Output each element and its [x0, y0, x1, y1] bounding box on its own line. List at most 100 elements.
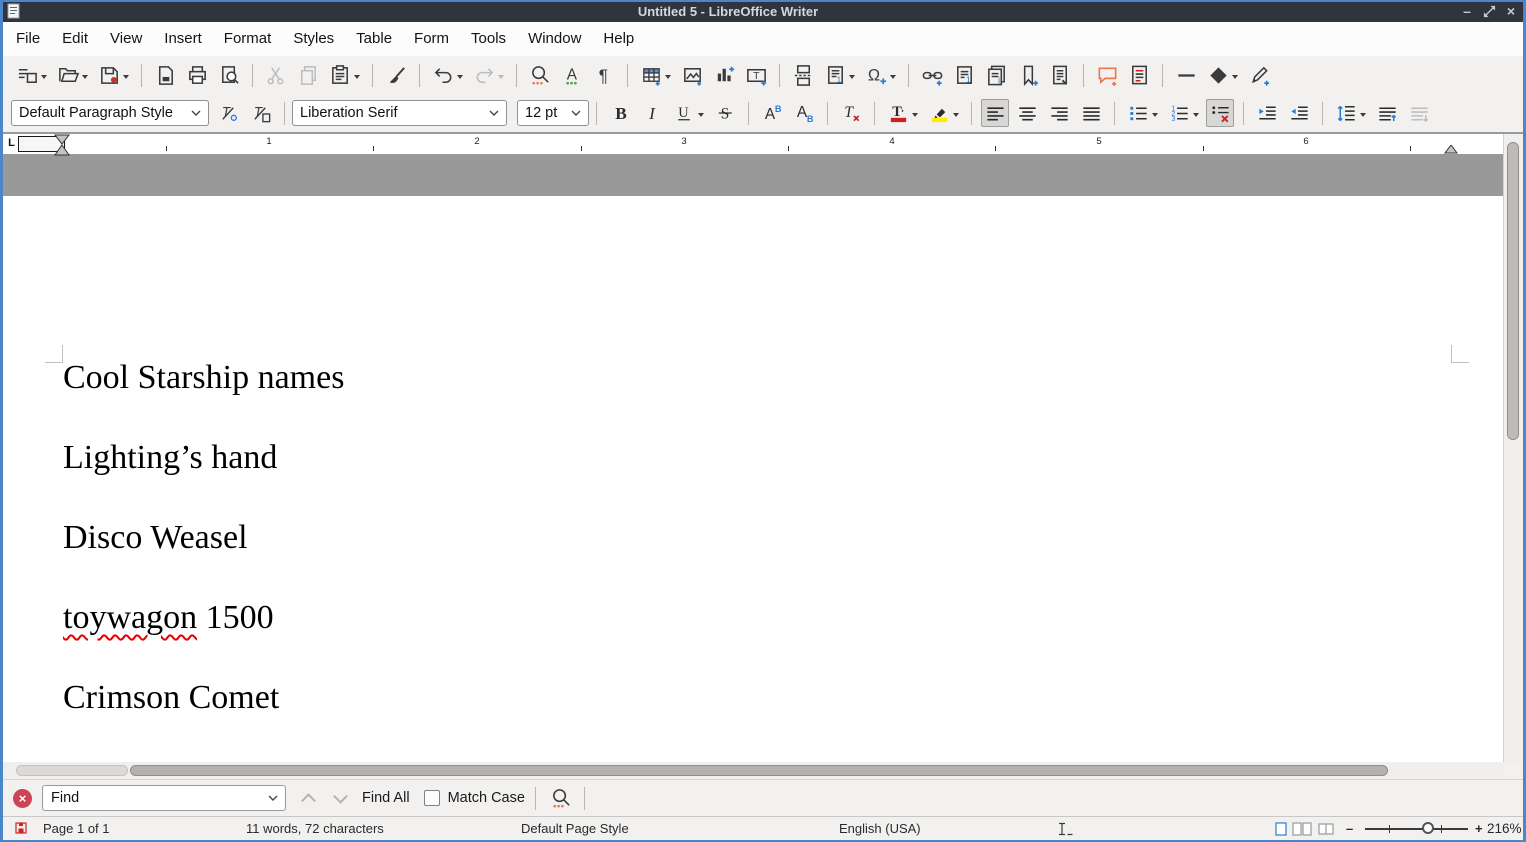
paragraph[interactable]: Disco Weasel [63, 520, 344, 555]
increase-indent-icon[interactable] [1253, 99, 1281, 127]
open-icon[interactable] [54, 61, 82, 89]
save-dropdown[interactable] [123, 75, 129, 82]
find-all-button[interactable]: Find All [362, 790, 410, 806]
find-input[interactable] [42, 785, 286, 811]
menu-help[interactable]: Help [592, 22, 645, 56]
undo-dropdown[interactable] [457, 75, 463, 82]
special-character-dropdown[interactable] [890, 75, 896, 82]
insert-table-icon[interactable] [637, 61, 665, 89]
page-style[interactable]: Default Page Style [521, 821, 629, 836]
insert-comment-icon[interactable] [1093, 61, 1121, 89]
zoom-in-button[interactable]: + [1475, 821, 1483, 836]
page-break-icon[interactable] [789, 61, 817, 89]
ordered-list-icon[interactable]: 123 [1165, 99, 1193, 127]
align-left-icon[interactable] [981, 99, 1009, 127]
page-count[interactable]: Page 1 of 1 [43, 821, 110, 836]
menu-format[interactable]: Format [213, 22, 283, 56]
vertical-scrollbar-thumb[interactable] [1507, 142, 1519, 440]
insert-table-dropdown[interactable] [665, 75, 671, 82]
align-center-icon[interactable] [1013, 99, 1041, 127]
menu-window[interactable]: Window [517, 22, 592, 56]
insert-field-dropdown[interactable] [849, 75, 855, 82]
document-modified-icon[interactable] [15, 822, 27, 837]
update-style-icon[interactable]: T [215, 99, 243, 127]
tab-stop-selector[interactable]: L [5, 137, 18, 150]
font-name-combo[interactable]: Liberation Serif [292, 100, 507, 126]
close-button[interactable]: × [1500, 2, 1522, 20]
superscript-icon[interactable]: AB [758, 99, 786, 127]
insert-textbox-icon[interactable]: T [742, 61, 770, 89]
find-text-field[interactable] [43, 790, 262, 806]
formatting-marks-icon[interactable]: ¶ [590, 61, 618, 89]
font-color-icon[interactable]: T [884, 99, 912, 127]
clone-formatting-icon[interactable] [382, 61, 410, 89]
indent-markers[interactable] [54, 134, 70, 156]
menu-tools[interactable]: Tools [460, 22, 517, 56]
menu-insert[interactable]: Insert [153, 22, 213, 56]
unordered-list-icon[interactable] [1124, 99, 1152, 127]
menu-form[interactable]: Form [403, 22, 460, 56]
horizontal-line-icon[interactable] [1172, 61, 1200, 89]
menu-styles[interactable]: Styles [282, 22, 345, 56]
single-page-view-icon[interactable] [1275, 822, 1287, 839]
menu-file[interactable]: File [5, 22, 51, 56]
increase-paragraph-spacing-icon[interactable] [1373, 99, 1401, 127]
paragraph[interactable]: Lighting’s hand [63, 440, 344, 475]
paragraph[interactable]: Cool Starship names [63, 360, 344, 395]
horizontal-scrollbar[interactable] [3, 762, 1503, 779]
paste-icon[interactable] [326, 61, 354, 89]
subscript-icon[interactable]: AB [790, 99, 818, 127]
zoom-level[interactable]: 216% [1487, 821, 1522, 836]
text-language[interactable]: English (USA) [839, 821, 921, 836]
insert-footnote-icon[interactable]: 1 [950, 61, 978, 89]
menu-table[interactable]: Table [345, 22, 403, 56]
bold-icon[interactable]: B [606, 99, 634, 127]
show-draw-functions-icon[interactable] [1245, 61, 1273, 89]
basic-shapes-icon[interactable] [1204, 61, 1232, 89]
horizontal-ruler[interactable]: L 1 2 3 4 5 6 [3, 134, 1503, 154]
insert-chart-icon[interactable] [710, 61, 738, 89]
spelling-icon[interactable]: A [558, 61, 586, 89]
print-icon[interactable] [183, 61, 211, 89]
book-view-icon[interactable] [1318, 822, 1334, 839]
minimize-button[interactable]: – [1456, 2, 1478, 20]
bookmark-icon[interactable] [1014, 61, 1042, 89]
restore-button[interactable] [1478, 2, 1500, 20]
match-case-checkbox[interactable] [424, 790, 440, 806]
cursor-position-icon[interactable] [1056, 822, 1074, 839]
new-document-icon[interactable] [13, 61, 41, 89]
clear-formatting-icon[interactable]: T [837, 99, 865, 127]
insert-image-icon[interactable] [678, 61, 706, 89]
track-changes-icon[interactable] [1125, 61, 1153, 89]
redo-dropdown[interactable] [498, 75, 504, 82]
special-character-icon[interactable]: Ω [862, 61, 890, 89]
horizontal-scrollbar-track[interactable] [16, 765, 128, 776]
open-dropdown[interactable] [82, 75, 88, 82]
save-icon[interactable] [95, 61, 123, 89]
zoom-slider-thumb[interactable] [1422, 822, 1434, 834]
font-color-dropdown[interactable] [912, 113, 918, 120]
paragraph[interactable]: Crimson Comet [63, 680, 344, 715]
document-page[interactable]: Cool Starship names Lighting’s hand Disc… [3, 196, 1503, 762]
match-case-label[interactable]: Match Case [448, 790, 525, 806]
paste-dropdown[interactable] [354, 75, 360, 82]
vertical-scrollbar[interactable] [1503, 134, 1523, 762]
paragraph[interactable]: toywagon 1500 [63, 600, 344, 635]
highlight-color-dropdown[interactable] [953, 113, 959, 120]
basic-shapes-dropdown[interactable] [1232, 75, 1238, 82]
line-spacing-icon[interactable] [1332, 99, 1360, 127]
insert-field-icon[interactable]: 1 [821, 61, 849, 89]
menu-edit[interactable]: Edit [51, 22, 99, 56]
italic-icon[interactable]: I [638, 99, 666, 127]
find-and-replace-icon[interactable] [548, 784, 576, 812]
font-size-combo[interactable]: 12 pt [517, 100, 589, 126]
align-right-icon[interactable] [1045, 99, 1073, 127]
line-spacing-dropdown[interactable] [1360, 113, 1366, 120]
right-indent-marker[interactable] [1444, 145, 1458, 154]
ordered-list-dropdown[interactable] [1193, 113, 1199, 120]
cross-reference-icon[interactable] [1046, 61, 1074, 89]
multi-page-view-icon[interactable] [1292, 822, 1312, 839]
hyperlink-icon[interactable] [918, 61, 946, 89]
paragraph-style-combo[interactable]: Default Paragraph Style [11, 100, 209, 126]
misspelled-word[interactable]: toywagon [63, 599, 197, 636]
